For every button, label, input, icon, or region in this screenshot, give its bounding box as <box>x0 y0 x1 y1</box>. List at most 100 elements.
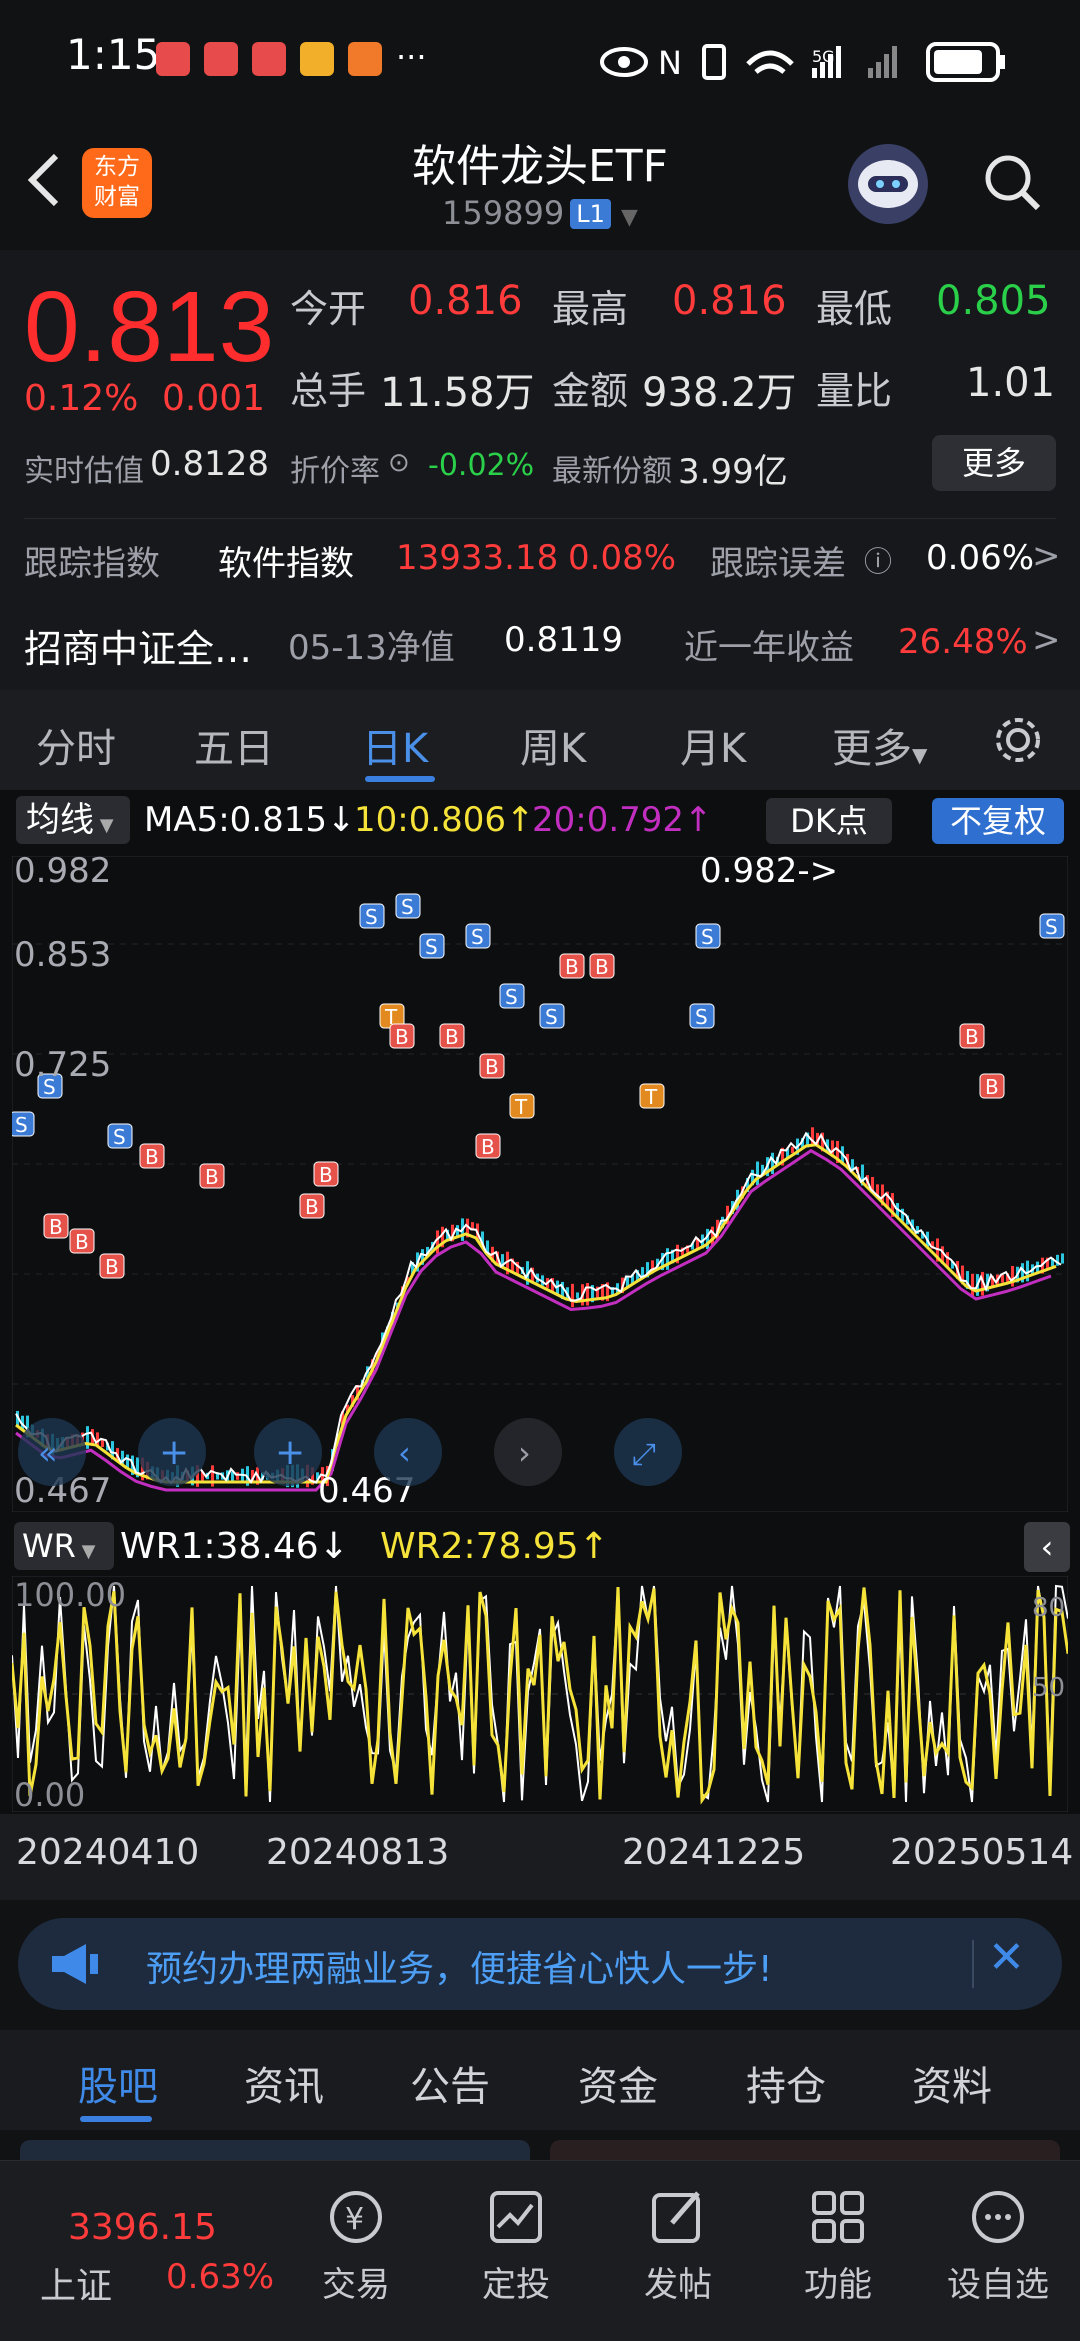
svg-text:B: B <box>205 1165 219 1189</box>
dropdown-icon: ▼ <box>912 743 928 767</box>
sell-marker: S <box>695 923 721 949</box>
discount-label: 折价率 <box>290 454 380 489</box>
tab-daily-k[interactable]: 日K <box>362 716 428 774</box>
post-card <box>20 2140 530 2160</box>
amount-label: 金额 <box>552 369 629 413</box>
tab-more[interactable]: 更多▼ <box>832 716 927 774</box>
sell-marker: S <box>359 903 385 929</box>
volume-label: 总手 <box>290 369 367 413</box>
nav-label: 05-13净值 <box>288 628 455 668</box>
nav-functions[interactable]: 功能 <box>768 2187 908 2306</box>
close-icon[interactable]: ✕ <box>988 1932 1025 1983</box>
sell-marker: S <box>1039 913 1065 939</box>
help-icon[interactable]: ⓘ <box>864 540 892 580</box>
tab-guba[interactable]: 股吧 <box>78 2054 158 2112</box>
svg-text:⤢: ⤢ <box>632 1437 656 1472</box>
notification-icon <box>156 42 190 76</box>
dk-point-button[interactable]: DK点 <box>766 798 892 844</box>
svg-text:B: B <box>985 1075 999 1099</box>
candle <box>811 1127 814 1147</box>
level-badge: L1 <box>570 199 611 229</box>
candle <box>756 1161 759 1186</box>
buy-marker: B <box>69 1228 95 1254</box>
more-button[interactable]: 更多 <box>932 435 1056 491</box>
buy-marker: B <box>389 1023 415 1049</box>
promo-banner[interactable]: 预约办理两融业务，便捷省心快人一步! ✕ <box>18 1918 1062 2010</box>
nav-invest[interactable]: 定投 <box>446 2187 586 2306</box>
tab-profile[interactable]: 资料 <box>912 2054 992 2112</box>
svg-text:‹: ‹ <box>398 1434 411 1472</box>
candle <box>586 1283 589 1306</box>
svg-text:S: S <box>425 935 438 959</box>
open-label: 今开 <box>290 287 367 331</box>
svg-text:S: S <box>545 1005 558 1029</box>
tab-monthly-k[interactable]: 月K <box>680 716 746 774</box>
y-label: 0.853 <box>14 935 111 975</box>
shares-label: 最新份额 <box>552 454 672 489</box>
svg-text:+: + <box>159 1432 189 1473</box>
buy-marker: B <box>589 953 615 979</box>
chevron-right-icon[interactable]: > <box>1032 620 1061 660</box>
settings-gear-icon[interactable] <box>990 712 1046 768</box>
index-value[interactable]: 3396.15 <box>68 2207 217 2248</box>
current-price: 0.813 <box>24 271 275 383</box>
annual-return-label: 近一年收益 <box>684 628 854 668</box>
wr-bottom-label: 0.00 <box>14 1776 85 1812</box>
buy-marker: B <box>559 953 585 979</box>
annual-return-value: 26.48% <box>898 622 1028 662</box>
date-label: 20241225 <box>622 1832 806 1873</box>
buy-marker: B <box>99 1253 125 1279</box>
nav-watchlist[interactable]: 设自选 <box>928 2187 1068 2306</box>
fund-name[interactable]: 招商中证全… <box>24 618 252 673</box>
svg-text:B: B <box>445 1025 459 1049</box>
ma5-value: MA5:0.815↓ <box>144 800 356 840</box>
svg-text:S: S <box>365 905 378 929</box>
tab-weekly-k[interactable]: 周K <box>520 716 586 774</box>
ma10-value: 10:0.806↑ <box>354 800 535 840</box>
tab-holdings[interactable]: 持仓 <box>746 2054 826 2112</box>
wr-select[interactable]: WR ▼ <box>14 1522 114 1570</box>
nav-trade[interactable]: ¥ 交易 <box>286 2187 426 2306</box>
notification-icon <box>252 42 286 76</box>
no-adjust-button[interactable]: 不复权 <box>932 798 1064 844</box>
ma-select[interactable]: 均线 ▼ <box>16 796 130 844</box>
y-label: 0.725 <box>14 1045 111 1085</box>
wr-bar: WR ▼ WR1:38.46↓ WR2:78.95↑ ‹ <box>0 1518 1080 1574</box>
discount-value: -0.02% <box>428 448 535 483</box>
tab-five-day[interactable]: 五日 <box>194 716 274 774</box>
invest-chart-icon <box>490 2191 542 2243</box>
max-price-label: 0.982-> <box>700 856 838 891</box>
candle <box>436 1230 439 1254</box>
kline-chart[interactable]: SSSBBBBBBBS SS SSSTB BBTBSB BTSSBB 0.982 0.8… <box>12 856 1068 1512</box>
edit-icon <box>652 2191 700 2243</box>
svg-text:B: B <box>319 1163 333 1187</box>
tracking-index-name[interactable]: 软件指数 <box>218 536 354 585</box>
bottom-nav: 3396.15 上证 0.63% ¥ 交易 定投 发帖 功能 设自选 <box>0 2160 1080 2341</box>
banner-text: 预约办理两融业务，便捷省心快人一步! <box>146 1949 773 1990</box>
info-icon[interactable]: ⊙ <box>388 448 410 478</box>
notification-icon <box>204 42 238 76</box>
assistant-robot-icon[interactable] <box>848 144 928 224</box>
collapse-panel-icon[interactable]: ‹ <box>1024 1522 1070 1572</box>
svg-text:«: « <box>38 1434 58 1472</box>
svg-text:›: › <box>518 1434 531 1472</box>
chevron-right-icon[interactable]: > <box>1032 536 1061 576</box>
tracking-error-value: 0.06% <box>926 538 1035 578</box>
ma20-value: 20:0.792↑ <box>532 800 713 840</box>
wr-chart[interactable]: 100.00 0.00 80 50 <box>12 1576 1068 1812</box>
ratio-label: 量比 <box>816 369 893 413</box>
buy-marker: B <box>199 1163 225 1189</box>
tab-intraday[interactable]: 分时 <box>36 716 116 774</box>
tab-announcements[interactable]: 公告 <box>410 2054 490 2112</box>
tab-news[interactable]: 资讯 <box>244 2054 324 2112</box>
ma-bar: 均线 ▼ MA5:0.815↓ 10:0.806↑ 20:0.792↑ DK点 … <box>0 790 1080 850</box>
nav-post[interactable]: 发帖 <box>608 2187 748 2306</box>
change-amount: 0.001 <box>162 378 266 419</box>
tab-funds[interactable]: 资金 <box>578 2054 658 2112</box>
post-card <box>550 2140 1060 2160</box>
search-icon[interactable] <box>980 150 1044 214</box>
trade-icon: ¥ <box>330 2191 382 2243</box>
dropdown-icon: ▼ <box>621 205 638 230</box>
candle <box>791 1146 794 1154</box>
kline-tabs: 分时 五日 日K 周K 月K 更多▼ <box>0 690 1080 790</box>
